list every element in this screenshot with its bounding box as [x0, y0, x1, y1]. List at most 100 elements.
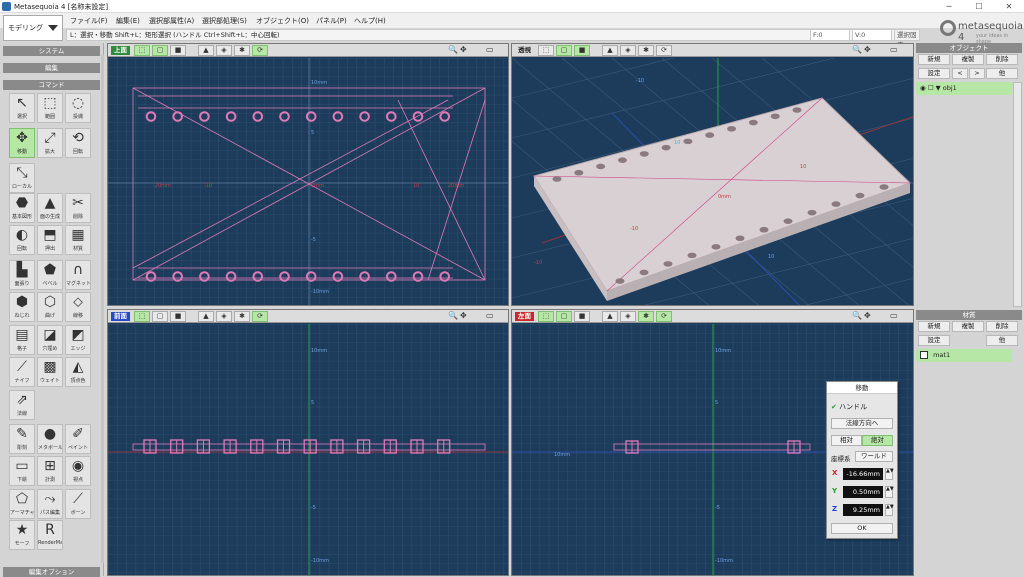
top-viewport-label[interactable]: 上面	[111, 46, 130, 55]
material-copy-button[interactable]: 複製	[952, 321, 984, 332]
z-value-field[interactable]: 9.25mm	[843, 504, 883, 516]
handle-checkbox[interactable]: ✔ ハンドル	[831, 402, 867, 412]
normal-tool[interactable]: ⇗ 法線	[9, 390, 35, 420]
range-select-icon[interactable]: ⬚	[134, 45, 150, 56]
front-viewport-label[interactable]: 前面	[111, 312, 130, 321]
object-delete-button[interactable]: 削除	[986, 54, 1018, 65]
cube-icon[interactable]: ◈	[216, 45, 232, 56]
lattice-tool[interactable]: ▤ 格子	[9, 325, 35, 355]
object-new-button[interactable]: 新規	[918, 54, 950, 65]
gear-icon[interactable]: ✱	[234, 45, 250, 56]
path-edit-tool[interactable]: ⤳ パス編集	[37, 489, 63, 519]
local-tool[interactable]: ⤡ ローカル	[9, 163, 35, 193]
range-select-icon[interactable]: ⬚	[134, 311, 150, 322]
z-spinner[interactable]: ▲▼	[885, 504, 894, 516]
ok-button[interactable]: OK	[831, 523, 893, 534]
command-scrollbar[interactable]	[101, 55, 104, 563]
perspective-viewport[interactable]: 透視 ⬚ ▢ ■ ▲ ◈ ✱ ⟳ 🔍 ✥ ▭ -10 10 0mm -10 10…	[511, 43, 914, 306]
perspective-viewport-canvas[interactable]: -10 10 0mm -10 10 -10 10	[512, 58, 914, 306]
face-icon[interactable]: ■	[170, 45, 186, 56]
background-image-tool[interactable]: ▭ 下絵	[9, 456, 35, 486]
pan-icon[interactable]: ✥	[460, 45, 467, 54]
material-settings-button[interactable]: 設定	[918, 335, 950, 346]
face-icon[interactable]: ■	[574, 45, 590, 56]
close-button[interactable]: ✕	[994, 0, 1024, 13]
cube-icon[interactable]: ◈	[620, 311, 636, 322]
edge-tool[interactable]: ◩ エッジ	[65, 325, 91, 355]
minimize-button[interactable]: ─	[934, 0, 964, 13]
rotate-tool[interactable]: ⟲ 回転	[65, 128, 91, 158]
twist-tool[interactable]: ⬢ ねじれ	[9, 292, 35, 322]
lock-icon[interactable]: ▲	[602, 311, 618, 322]
gear-icon[interactable]: ✱	[638, 311, 654, 322]
primitive-tool[interactable]: ⬣ 基本図形	[9, 193, 35, 223]
pan-icon[interactable]: ✥	[864, 45, 871, 54]
renderman-tool[interactable]: R RenderMan	[37, 520, 63, 550]
menu-edit[interactable]: 編集(E)	[116, 16, 140, 26]
normal-direction-button[interactable]: 法線方向へ	[831, 418, 893, 429]
morph-tool[interactable]: ★ モーフ	[9, 520, 35, 550]
gear-icon[interactable]: ✱	[234, 311, 250, 322]
metaball-tool[interactable]: ● メタボール	[37, 424, 63, 454]
wire-icon[interactable]: ▢	[152, 45, 168, 56]
menu-file[interactable]: ファイル(F)	[70, 16, 108, 26]
lock-icon[interactable]: ▲	[198, 311, 214, 322]
face-icon[interactable]: ■	[574, 311, 590, 322]
object-list-item[interactable]: ◉ ☐ ▼ obj1	[916, 82, 1012, 95]
material-new-button[interactable]: 新規	[918, 321, 950, 332]
display-icon[interactable]: ▭	[486, 311, 494, 320]
mode-dropdown[interactable]: モデリング	[3, 15, 63, 41]
vertex-color-tool[interactable]: ◭ 頂点色	[65, 357, 91, 387]
refresh-icon[interactable]: ⟳	[656, 311, 672, 322]
material-tool[interactable]: ▦ 材質	[65, 225, 91, 255]
wire-icon[interactable]: ▢	[152, 311, 168, 322]
selection-lock[interactable]: 選択固定	[894, 29, 920, 49]
refresh-icon[interactable]: ⟳	[252, 311, 268, 322]
wire-icon[interactable]: ▢	[556, 311, 572, 322]
absolute-button[interactable]: 絶対	[862, 435, 893, 446]
object-up-button[interactable]: <	[952, 68, 968, 79]
y-spinner[interactable]: ▲▼	[885, 486, 894, 498]
visible-icon[interactable]: ◉	[920, 84, 926, 92]
cube-icon[interactable]: ◈	[216, 311, 232, 322]
zoom-icon[interactable]: 🔍	[852, 311, 862, 320]
object-copy-button[interactable]: 複製	[952, 54, 984, 65]
viewpoint-tool[interactable]: ◉ 視点	[65, 456, 91, 486]
create-face-tool[interactable]: ▲ 面の生成	[37, 193, 63, 223]
armature-tool[interactable]: ⬠ アーマチャー	[9, 489, 35, 519]
front-viewport-canvas[interactable]: 10mm -10mm 5 -5	[108, 324, 509, 576]
menu-panel[interactable]: パネル(P)	[316, 16, 347, 26]
pan-icon[interactable]: ✥	[460, 311, 467, 320]
object-scrollbar[interactable]	[1013, 82, 1022, 307]
menu-selection-attr[interactable]: 選択部属性(A)	[149, 16, 194, 26]
command-header[interactable]: コマンド	[3, 80, 100, 90]
lock-icon[interactable]: ▲	[602, 45, 618, 56]
maximize-button[interactable]: ☐	[964, 0, 994, 13]
system-header[interactable]: システム	[3, 46, 100, 56]
line-move-tool[interactable]: ⬦ 線移	[65, 292, 91, 322]
material-delete-button[interactable]: 削除	[986, 321, 1018, 332]
knife-tool[interactable]: ⟋ ナイフ	[9, 357, 35, 387]
object-more-button[interactable]: 他	[986, 68, 1018, 79]
lock-icon[interactable]: ▲	[198, 45, 214, 56]
bevel-tool[interactable]: ⬟ ベベル	[37, 260, 63, 290]
y-value-field[interactable]: 0.50mm	[843, 486, 883, 498]
zoom-icon[interactable]: 🔍	[448, 311, 458, 320]
weight-tool[interactable]: ▩ ウェイト	[37, 357, 63, 387]
extrude-tool[interactable]: ⬒ 押出	[37, 225, 63, 255]
edit-header[interactable]: 編集	[3, 63, 100, 73]
zoom-icon[interactable]: 🔍	[448, 45, 458, 54]
delete-tool[interactable]: ✂ 削除	[65, 193, 91, 223]
gear-icon[interactable]: ✱	[638, 45, 654, 56]
coord-system-world-button[interactable]: ワールド	[855, 451, 893, 462]
bend-tool[interactable]: ⬡ 曲げ	[37, 292, 63, 322]
scale-tool[interactable]: ⤢ 拡大	[37, 128, 63, 158]
expand-icon[interactable]: ▼	[936, 84, 941, 92]
lathe-tool[interactable]: ◐ 回転	[9, 225, 35, 255]
range-select-icon[interactable]: ⬚	[538, 311, 554, 322]
paint-tool[interactable]: ✐ ペイント	[65, 424, 91, 454]
x-value-field[interactable]: -16.66mm	[843, 468, 883, 480]
bone-tool[interactable]: ⟋ ボーン	[65, 489, 91, 519]
display-icon[interactable]: ▭	[890, 45, 898, 54]
pan-icon[interactable]: ✥	[864, 311, 871, 320]
